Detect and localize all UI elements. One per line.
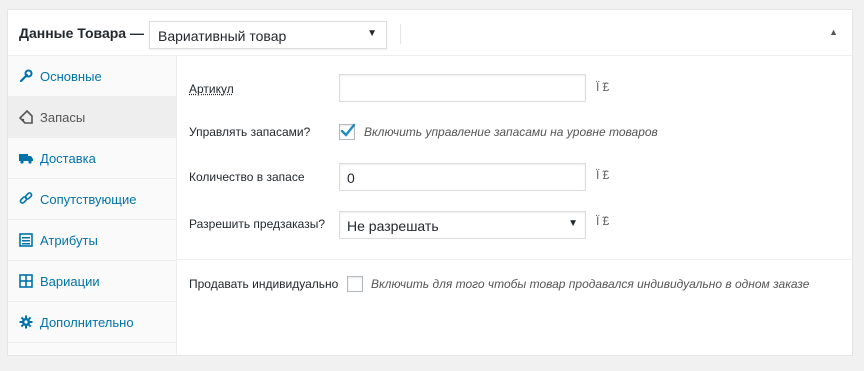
- section-divider: [177, 259, 852, 260]
- manage-stock-label: Управлять запасами?: [189, 125, 311, 139]
- link-icon: [19, 192, 33, 204]
- tag-icon: [19, 110, 33, 124]
- tab-shipping[interactable]: Доставка: [8, 138, 176, 179]
- triangle-up-icon[interactable]: ▲: [829, 27, 838, 37]
- backorders-label: Разрешить предзаказы?: [189, 217, 326, 231]
- stock-qty-input[interactable]: 0: [339, 163, 586, 191]
- tab-advanced[interactable]: Дополнительно: [8, 302, 176, 343]
- wrench-icon: [19, 69, 33, 83]
- tab-label: Сопутствующие: [40, 192, 137, 207]
- sold-individually-checkbox[interactable]: [347, 276, 363, 292]
- sold-individually-label: Продавать индивидуально: [189, 277, 339, 291]
- product-type-select[interactable]: Вариативный товар ▼: [149, 21, 387, 49]
- panel-header: Данные Товара — Вариативный товар ▼ ▲: [8, 10, 852, 56]
- tab-linked-products[interactable]: Сопутствующие: [8, 179, 176, 220]
- help-icon[interactable]: Ï ̃£: [596, 168, 609, 182]
- tab-label: Атрибуты: [40, 233, 98, 248]
- tab-label: Основные: [40, 69, 102, 84]
- gear-icon: [19, 315, 33, 329]
- tab-variations[interactable]: Вариации: [8, 261, 176, 302]
- chevron-down-icon: ▼: [568, 218, 578, 229]
- manage-stock-checkbox[interactable]: [339, 123, 356, 140]
- tab-inventory[interactable]: Запасы: [8, 97, 176, 138]
- sku-input[interactable]: [339, 74, 586, 102]
- header-divider: [400, 24, 401, 44]
- chevron-down-icon: ▼: [367, 28, 377, 39]
- list-icon: [19, 233, 33, 247]
- product-data-panel: Данные Товара — Вариативный товар ▼ ▲ Ос…: [7, 9, 853, 356]
- tab-general[interactable]: Основные: [8, 56, 176, 97]
- grid-icon: [19, 274, 33, 288]
- backorders-value: Не разрешать: [347, 218, 439, 234]
- product-data-tabs: Основные Запасы Доставка Сопутствующие А…: [8, 56, 177, 355]
- stock-qty-label: Количество в запасе: [189, 170, 305, 184]
- tab-label: Вариации: [40, 274, 100, 289]
- product-type-value: Вариативный товар: [158, 28, 287, 44]
- tab-label: Дополнительно: [40, 315, 134, 330]
- stock-qty-value: 0: [347, 170, 355, 186]
- sold-individually-description: Включить для того чтобы товар продавался…: [371, 277, 810, 291]
- truck-icon: [19, 154, 33, 164]
- panel-title: Данные Товара —: [19, 25, 144, 41]
- inventory-panel: Артикул Ï ̃£ Управлять запасами? Включит…: [177, 56, 852, 355]
- checkmark-icon: [340, 123, 356, 137]
- backorders-select[interactable]: Не разрешать ▼: [339, 211, 586, 239]
- tab-label: Запасы: [40, 110, 86, 125]
- tab-attributes[interactable]: Атрибуты: [8, 220, 176, 261]
- manage-stock-description: Включить управление запасами на уровне т…: [364, 125, 658, 139]
- tab-label: Доставка: [40, 151, 96, 166]
- help-icon[interactable]: Ï ̃£: [596, 80, 609, 94]
- help-icon[interactable]: Ï ̃£: [596, 214, 609, 228]
- sku-label: Артикул: [189, 82, 234, 96]
